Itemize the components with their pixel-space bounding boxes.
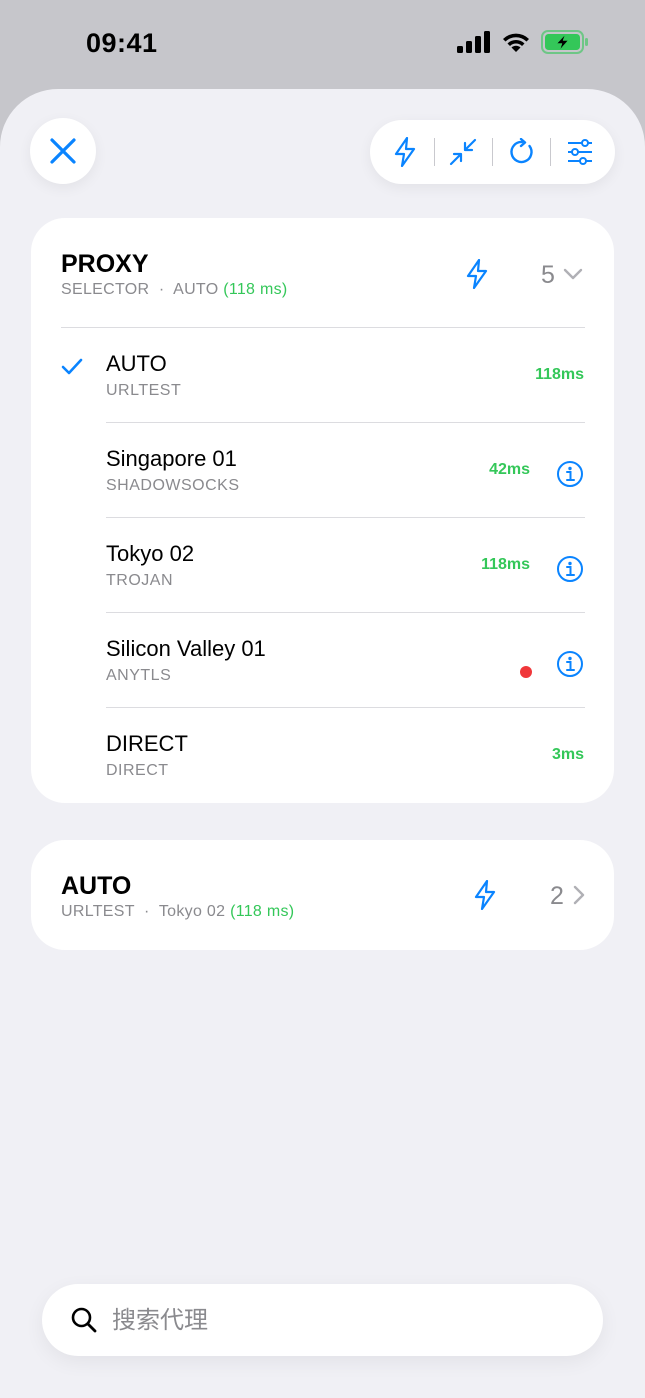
- proxy-type: TROJAN: [106, 572, 173, 589]
- close-icon: [50, 138, 76, 164]
- subtitle-separator: ·: [154, 281, 170, 298]
- proxy-name: Silicon Valley 01: [106, 636, 266, 661]
- info-icon[interactable]: [556, 555, 584, 583]
- proxy-group-card: PROXY SELECTOR · AUTO (118 ms) 5 AUTO UR…: [31, 218, 614, 803]
- close-button[interactable]: [30, 118, 96, 184]
- group-subtitle: URLTEST · Tokyo 02 (118 ms): [61, 903, 294, 921]
- proxy-row-singapore-01[interactable]: Singapore 01 SHADOWSOCKS 42ms: [31, 423, 614, 518]
- proxy-latency: 118ms: [535, 366, 584, 383]
- proxy-latency: 3ms: [551, 746, 584, 763]
- bolt-icon: [474, 880, 496, 910]
- group-title: AUTO: [61, 872, 132, 900]
- filter-icon: [567, 139, 592, 165]
- error-status-dot: [520, 666, 532, 678]
- proxy-row-silicon-valley-01[interactable]: Silicon Valley 01 ANYTLS: [31, 613, 614, 708]
- status-bar: 09:41: [0, 0, 645, 90]
- subtitle-separator: ·: [139, 903, 155, 920]
- group-title: PROXY: [61, 250, 149, 278]
- group-latency: (118 ms): [223, 281, 288, 298]
- proxy-name: AUTO: [106, 351, 167, 376]
- chevron-down-icon[interactable]: [563, 267, 583, 281]
- info-icon[interactable]: [556, 650, 584, 678]
- toolbar: [370, 120, 615, 184]
- bolt-icon: [466, 259, 488, 289]
- proxy-type: SHADOWSOCKS: [106, 477, 240, 494]
- proxy-type: URLTEST: [106, 382, 182, 399]
- search-icon: [71, 1307, 97, 1333]
- proxy-type: DIRECT: [106, 762, 169, 779]
- proxy-row-direct[interactable]: DIRECT DIRECT 3ms: [31, 708, 614, 803]
- info-icon[interactable]: [556, 460, 584, 488]
- group-selected-proxy: Tokyo 02: [158, 903, 226, 920]
- group-count: 2: [550, 882, 564, 910]
- collapse-icon: [450, 138, 477, 166]
- refresh-icon: [509, 138, 533, 164]
- proxy-type: ANYTLS: [106, 667, 172, 684]
- group-selected-proxy: AUTO: [173, 281, 219, 298]
- auto-group-card[interactable]: AUTO URLTEST · Tokyo 02 (118 ms) 2: [31, 840, 614, 950]
- test-latency-button[interactable]: [383, 130, 427, 174]
- battery-charging-icon: [541, 30, 588, 54]
- group-count: 5: [541, 261, 555, 289]
- chevron-right-icon[interactable]: [572, 885, 586, 905]
- proxy-latency: 42ms: [489, 461, 530, 478]
- group-type: SELECTOR: [61, 281, 150, 298]
- proxy-name: DIRECT: [106, 731, 188, 756]
- proxy-name: Tokyo 02: [106, 541, 195, 566]
- proxy-row-tokyo-02[interactable]: Tokyo 02 TROJAN 118ms: [31, 518, 614, 613]
- toolbar-separator: [433, 138, 435, 166]
- proxy-latency: 118ms: [481, 556, 530, 573]
- collapse-all-button[interactable]: [441, 130, 485, 174]
- group-subtitle: SELECTOR · AUTO (118 ms): [61, 281, 288, 299]
- refresh-button[interactable]: [500, 130, 544, 174]
- filter-button[interactable]: [558, 130, 602, 174]
- wifi-icon: [503, 33, 529, 52]
- checkmark-icon: [61, 358, 83, 375]
- search-input[interactable]: [112, 1296, 582, 1344]
- status-icons: [457, 30, 589, 54]
- group-test-button[interactable]: [465, 875, 505, 915]
- toolbar-separator: [550, 138, 552, 166]
- group-test-button[interactable]: [457, 254, 497, 294]
- cellular-signal-icon: [457, 31, 490, 53]
- status-time: 09:41: [86, 28, 158, 58]
- proxy-name: Singapore 01: [106, 446, 237, 471]
- search-bar[interactable]: [42, 1284, 603, 1356]
- toolbar-separator: [491, 138, 493, 166]
- bolt-icon: [395, 137, 416, 167]
- proxy-row-auto[interactable]: AUTO URLTEST 118ms: [31, 328, 614, 423]
- group-latency: (118 ms): [230, 903, 295, 920]
- group-type: URLTEST: [61, 903, 135, 920]
